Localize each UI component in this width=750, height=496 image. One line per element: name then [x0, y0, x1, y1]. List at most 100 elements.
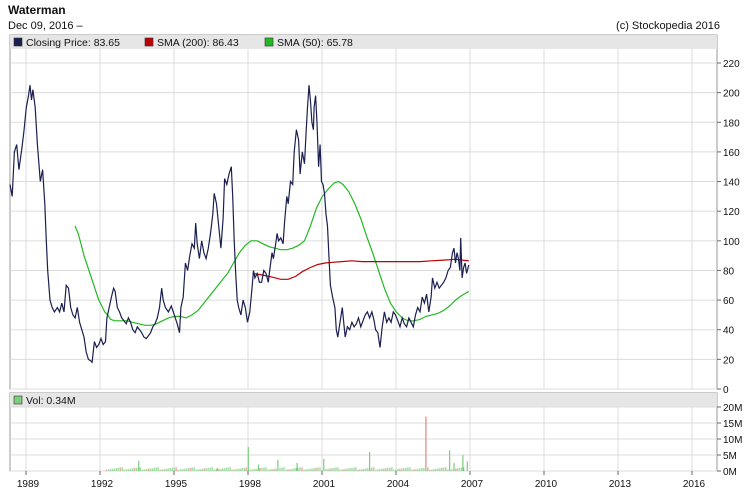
volume-bar: [335, 467, 337, 471]
volume-bar: [369, 467, 371, 471]
volume-bar: [211, 467, 213, 471]
volume-bar: [397, 469, 399, 471]
volume-bar: [265, 467, 267, 471]
x-tick-label: 2013: [609, 479, 632, 490]
volume-bar: [459, 467, 461, 471]
volume-bar: [161, 469, 163, 471]
volume-bar: [185, 468, 187, 471]
x-axis: 1989 1992 1995 1998 2001 2004 2007 2010 2013 2016: [17, 471, 706, 490]
volume-bar: [145, 469, 147, 471]
volume-bar: [123, 469, 125, 471]
volume-bar: [167, 468, 169, 471]
volume-legend-bar: [10, 393, 717, 407]
volume-bar: [195, 469, 197, 471]
stock-chart: Closing Price: 83.65 SMA (200): 86.43 SMA …: [9, 34, 742, 490]
volume-bar: [345, 468, 347, 471]
volume-bar: [237, 468, 239, 471]
volume-bar: [457, 468, 459, 471]
volume-bar: [173, 467, 175, 471]
volume-bar: [391, 467, 393, 471]
volume-bar: [109, 469, 111, 471]
volume-bar: [453, 468, 455, 471]
volume-bar: [466, 461, 468, 471]
volume-bar: [287, 469, 289, 471]
price-y-tick-label: 140: [723, 178, 740, 189]
x-tick-label: 2001: [313, 479, 336, 490]
volume-bar: [341, 469, 343, 471]
volume-y-tick-label: 10M: [723, 435, 742, 446]
volume-bar: [311, 468, 313, 471]
volume-bar: [197, 469, 199, 471]
volume-bar: [201, 468, 203, 471]
volume-bar: [407, 467, 409, 471]
volume-bar: [137, 467, 139, 471]
volume-bar: [153, 467, 155, 471]
price-y-tick-label: 80: [723, 266, 735, 277]
volume-bar: [449, 469, 451, 471]
volume-bar: [393, 469, 395, 471]
volume-bar: [423, 467, 425, 471]
volume-bar: [209, 467, 211, 471]
volume-bar: [403, 468, 405, 471]
volume-bar: [171, 467, 173, 471]
price-panel: [9, 34, 718, 390]
volume-bar: [191, 467, 193, 471]
volume-bar: [349, 468, 351, 471]
volume-bar: [269, 469, 271, 471]
volume-bar: [339, 469, 341, 471]
volume-bar: [413, 469, 415, 471]
volume-bar: [213, 469, 215, 471]
volume-bar: [445, 467, 447, 471]
volume-y-tick-label: 15M: [723, 419, 742, 430]
volume-bar: [277, 468, 279, 471]
volume-bar: [233, 469, 235, 471]
volume-bar: [309, 468, 311, 471]
volume-bar: [111, 468, 113, 471]
volume-bar: [181, 469, 183, 471]
volume-bar: [215, 469, 217, 471]
volume-bar: [441, 467, 443, 471]
volume-bar: [253, 469, 255, 471]
volume-bar: [175, 467, 177, 471]
volume-bar: [221, 468, 223, 471]
price-y-tick-label: 200: [723, 89, 740, 100]
volume-bar: [439, 468, 441, 471]
volume-bar: [165, 468, 167, 471]
x-tick-label: 2004: [387, 479, 410, 490]
volume-bar: [275, 468, 277, 471]
volume-bar: [231, 469, 233, 471]
price-y-tick-label: 0: [723, 385, 729, 396]
volume-bar: [223, 468, 225, 471]
volume-bar: [199, 469, 201, 471]
volume-bar: [387, 467, 389, 471]
volume-y-axis: 0M 5M 10M 15M 20M: [717, 403, 742, 478]
volume-bar: [399, 468, 401, 471]
volume-bar: [245, 467, 247, 471]
volume-bar: [363, 468, 365, 471]
volume-bar: [143, 469, 145, 471]
volume-bar: [327, 468, 329, 471]
volume-bar: [333, 467, 335, 471]
volume-bar: [425, 416, 427, 471]
volume-bar: [289, 469, 291, 471]
price-y-tick-label: 180: [723, 118, 740, 129]
volume-bar: [187, 468, 189, 471]
volume-bar: [291, 468, 293, 471]
volume-bar: [225, 467, 227, 471]
volume-bar: [247, 467, 249, 471]
volume-bar: [117, 467, 119, 471]
legend-label-price: Closing Price: 83.65: [26, 37, 120, 49]
volume-bar: [121, 467, 123, 471]
volume-bar: [331, 468, 333, 471]
volume-bar: [259, 468, 261, 471]
volume-bar: [249, 469, 251, 471]
volume-bar: [447, 469, 449, 471]
volume-bar: [329, 468, 331, 471]
volume-bar: [455, 468, 457, 471]
price-y-tick-label: 40: [723, 326, 735, 337]
volume-bar: [449, 450, 451, 471]
volume-bar: [419, 468, 421, 471]
volume-bar: [107, 469, 109, 471]
legend-swatch-sma200: [144, 37, 154, 47]
volume-bar: [155, 467, 157, 471]
